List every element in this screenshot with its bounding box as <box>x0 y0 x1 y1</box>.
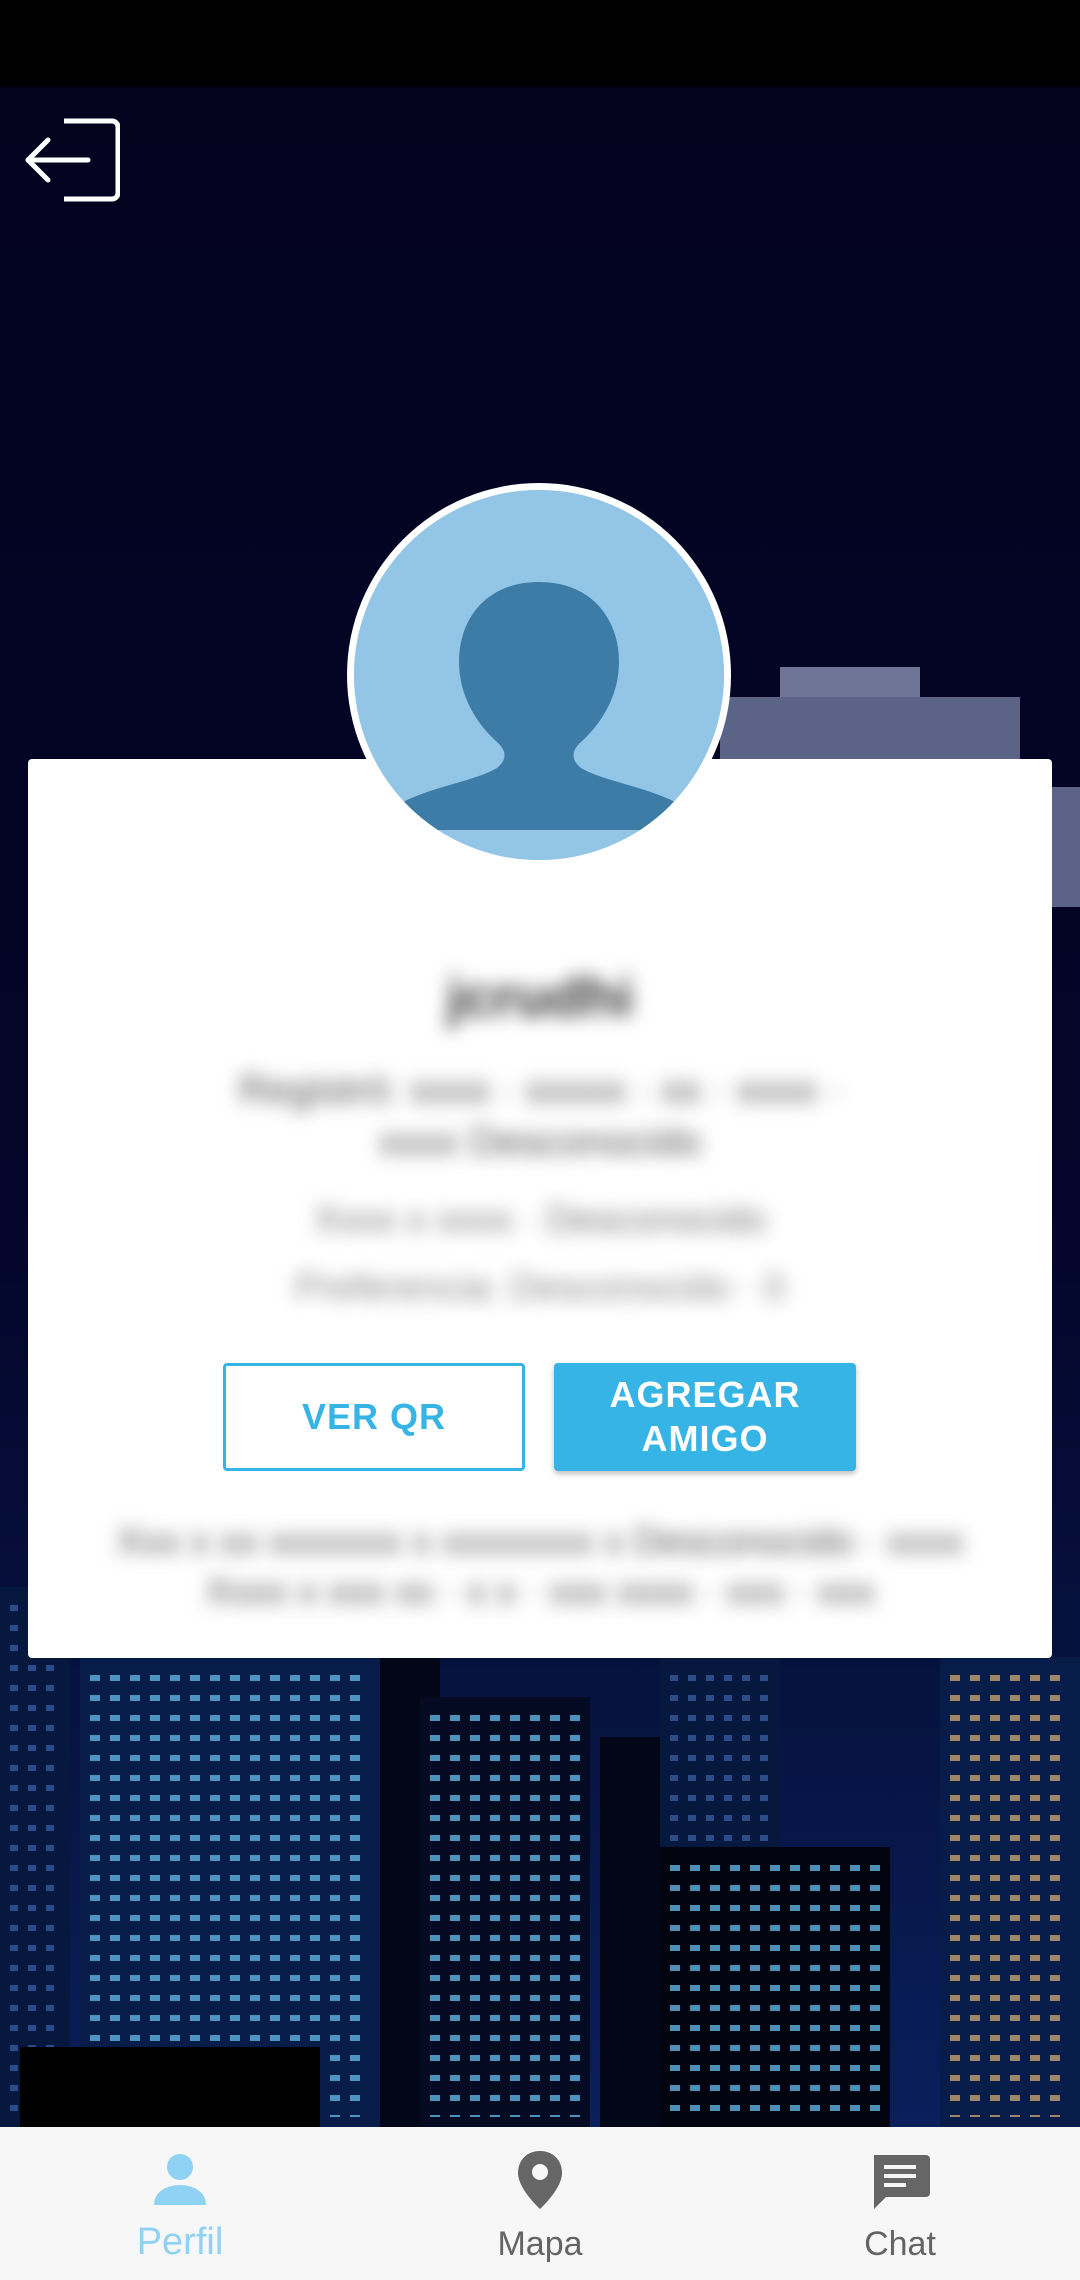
profile-bio: Registró: xxxx · xxxxx · xx · xxxx · xxx… <box>238 1068 842 1164</box>
building <box>420 1697 590 2127</box>
status-bar <box>0 0 1080 87</box>
nav-label-chat: Chat <box>864 2225 936 2263</box>
profile-stats: Xxxx x xxxx · Desconocido <box>314 1199 766 1241</box>
map-pin-icon <box>518 2151 562 2209</box>
profile-username: jcrudhi <box>446 965 634 1028</box>
logout-icon <box>25 118 121 202</box>
logout-button[interactable] <box>24 115 121 205</box>
add-friend-button[interactable]: AGREGAR AMIGO <box>554 1363 856 1471</box>
bottom-navigation: Perfil Mapa Chat <box>0 2127 1080 2280</box>
profile-extra: Preferencia: Desconocido · 0 <box>294 1267 786 1309</box>
building <box>660 1847 890 2127</box>
nav-item-mapa[interactable]: Mapa <box>360 2127 720 2280</box>
view-qr-button[interactable]: VER QR <box>223 1363 525 1471</box>
building <box>20 2047 320 2127</box>
nav-item-chat[interactable]: Chat <box>720 2127 1080 2280</box>
nav-item-perfil[interactable]: Perfil <box>0 2127 360 2280</box>
nav-label-perfil: Perfil <box>136 2221 224 2263</box>
nav-label-mapa: Mapa <box>497 2225 583 2263</box>
profile-footer-text: Xxx x xx xxxxxxx x xxxxxxxx x Desconocid… <box>116 1521 964 1613</box>
person-icon <box>154 2154 206 2205</box>
chat-icon <box>874 2155 930 2209</box>
avatar[interactable] <box>347 483 731 867</box>
default-avatar-icon <box>354 490 724 860</box>
building <box>0 1587 70 2127</box>
profile-card: jcrudhi Registró: xxxx · xxxxx · xx · xx… <box>28 759 1052 1658</box>
building <box>600 1737 660 2127</box>
building <box>940 1657 1080 2127</box>
